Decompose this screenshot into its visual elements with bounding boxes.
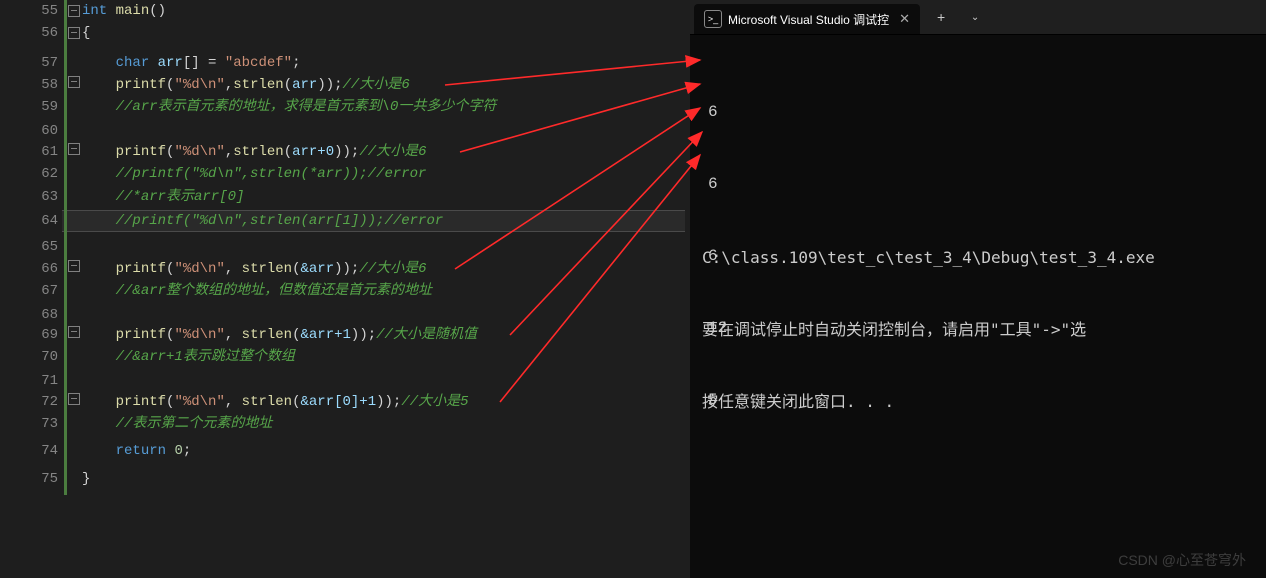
line-number: 61 — [0, 141, 58, 163]
code-line: //printf("%d\n",strlen(arr[1]));//error — [82, 210, 443, 232]
line-number: 73 — [0, 413, 58, 435]
code-line: //&arr+1表示跳过整个数组 — [82, 346, 295, 368]
code-line: char arr[] = "abcdef"; — [82, 52, 300, 74]
line-number: 69 — [0, 324, 58, 346]
code-line: printf("%d\n", strlen(&arr+1));//大小是随机值 — [82, 324, 477, 346]
fold-toggle-icon[interactable] — [68, 260, 80, 272]
output-line: 6 — [708, 172, 746, 196]
watermark: CSDN @心至苍穹外 — [1118, 550, 1246, 570]
debug-console[interactable]: >_ Microsoft Visual Studio 调试控 ✕ + ⌄ 6 6… — [690, 0, 1266, 578]
code-line: { — [82, 22, 90, 44]
line-number: 65 — [0, 236, 58, 258]
line-number: 63 — [0, 186, 58, 208]
code-line: //表示第二个元素的地址 — [82, 413, 272, 435]
line-number-gutter: 5556 5758596061626364 656667686970717273 74… — [0, 0, 62, 578]
code-editor[interactable]: 5556 5758596061626364 656667686970717273 74… — [0, 0, 685, 578]
change-marker — [64, 0, 67, 495]
msg-line: 要在调试停止时自动关闭控制台，请启用"工具"->"选 — [702, 318, 1155, 342]
tab-title: Microsoft Visual Studio 调试控 — [728, 11, 889, 28]
fold-toggle-icon[interactable] — [68, 143, 80, 155]
line-number: 57 — [0, 52, 58, 74]
output-line: 6 — [708, 100, 746, 124]
line-number: 74 — [0, 440, 58, 462]
new-tab-button[interactable]: + — [924, 0, 958, 34]
close-icon[interactable]: ✕ — [899, 11, 910, 27]
line-number: 55 — [0, 0, 58, 22]
line-number: 75 — [0, 468, 58, 490]
fold-toggle-icon[interactable] — [68, 326, 80, 338]
code-line: printf("%d\n", strlen(&arr[0]+1));//大小是5 — [82, 391, 469, 413]
code-line: int main() — [82, 0, 166, 22]
code-line: } — [82, 468, 90, 490]
line-number: 56 — [0, 22, 58, 44]
line-number: 60 — [0, 120, 58, 142]
code-line: //printf("%d\n",strlen(*arr));//error — [82, 163, 426, 185]
console-message: C:\class.109\test_c\test_3_4\Debug\test_… — [702, 198, 1155, 462]
code-line: printf("%d\n",strlen(arr));//大小是6 — [82, 74, 410, 96]
code-line: //arr表示首元素的地址，求得是首元素到\0一共多少个字符 — [82, 96, 496, 118]
line-number: 68 — [0, 304, 58, 326]
msg-line: C:\class.109\test_c\test_3_4\Debug\test_… — [702, 246, 1155, 270]
code-line: return 0; — [82, 440, 191, 462]
line-number: 66 — [0, 258, 58, 280]
line-number: 58 — [0, 74, 58, 96]
line-number: 62 — [0, 163, 58, 185]
fold-gutter — [68, 0, 80, 578]
code-area[interactable]: int main() { char arr[] = "abcdef"; prin… — [82, 0, 685, 578]
fold-toggle-icon[interactable] — [68, 76, 80, 88]
code-line: //*arr表示arr[0] — [82, 186, 244, 208]
fold-toggle-icon[interactable] — [68, 27, 80, 39]
line-number: 59 — [0, 96, 58, 118]
line-number: 64 — [0, 210, 58, 232]
tab-menu-button[interactable]: ⌄ — [958, 0, 992, 34]
line-number: 67 — [0, 280, 58, 302]
line-number: 71 — [0, 370, 58, 392]
console-tab[interactable]: >_ Microsoft Visual Studio 调试控 ✕ — [694, 4, 920, 34]
code-line: printf("%d\n", strlen(&arr));//大小是6 — [82, 258, 427, 280]
console-titlebar: >_ Microsoft Visual Studio 调试控 ✕ + ⌄ — [690, 0, 1266, 35]
code-line: //&arr整个数组的地址，但数值还是首元素的地址 — [82, 280, 432, 302]
fold-toggle-icon[interactable] — [68, 5, 80, 17]
line-number: 72 — [0, 391, 58, 413]
terminal-icon: >_ — [704, 10, 722, 28]
code-line: printf("%d\n",strlen(arr+0));//大小是6 — [82, 141, 427, 163]
fold-toggle-icon[interactable] — [68, 393, 80, 405]
msg-line: 按任意键关闭此窗口. . . — [702, 390, 1155, 414]
line-number: 70 — [0, 346, 58, 368]
